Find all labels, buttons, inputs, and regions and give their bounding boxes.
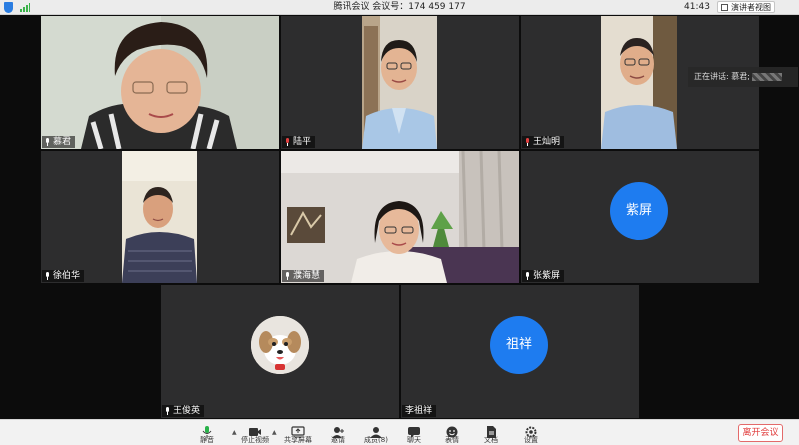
chat-icon	[407, 423, 421, 438]
mic-muted-icon	[525, 138, 530, 146]
grid-view-icon	[721, 4, 728, 11]
document-button[interactable]: 文档	[476, 423, 506, 444]
participant-video	[281, 151, 519, 283]
participant-video	[41, 16, 279, 149]
members-button[interactable]: 成员(8)	[361, 423, 391, 444]
participant-name-label: 慕君	[42, 136, 76, 148]
avatar: 紫屏	[610, 182, 668, 240]
share-screen-button[interactable]: 共享屏幕	[283, 423, 313, 444]
participant-name-label: 李祖祥	[402, 405, 437, 417]
mic-on-icon	[165, 407, 170, 415]
mic-on-icon	[285, 272, 290, 280]
speaking-label: 正在讲话: 慕君;	[694, 72, 750, 81]
document-icon	[484, 423, 498, 438]
mic-options-chevron-icon[interactable]: ▲	[232, 429, 237, 436]
video-options-chevron-icon[interactable]: ▲	[272, 429, 277, 436]
participant-video	[122, 151, 197, 283]
stop-video-button[interactable]: 停止视频	[240, 423, 270, 444]
mic-muted-icon	[285, 138, 290, 146]
participant-name-label: 王灿明	[522, 136, 565, 148]
speaker-view-label: 演讲者视图	[731, 3, 771, 12]
participant-name-label: 王俊英	[162, 405, 205, 417]
video-tile-lizuxiang[interactable]: 祖祥 李祖祥	[401, 285, 639, 418]
meeting-toolbar: 静音 ▲ 停止视频 ▲ 共享屏幕 邀请 成员(8) 聊天 表情 文档 设置 离开…	[0, 419, 799, 445]
video-tile-puhaihui[interactable]: 濮海慧	[281, 151, 519, 283]
chat-button[interactable]: 聊天	[399, 423, 429, 444]
mic-on-icon	[45, 272, 50, 280]
meeting-timer: 41:43	[684, 2, 710, 12]
invite-button[interactable]: 邀请	[323, 423, 353, 444]
participant-name-label: 徐伯华	[42, 270, 85, 282]
participant-video	[362, 16, 437, 149]
video-camera-icon	[248, 423, 262, 436]
emoji-icon	[445, 423, 459, 438]
mic-on-icon	[525, 272, 530, 280]
participant-name-label: 濮海慧	[282, 270, 325, 282]
mic-on-icon	[45, 138, 50, 146]
video-tile-luping[interactable]: 陆平	[281, 16, 519, 149]
video-tile-zhangziping[interactable]: 紫屏 张紫屏	[521, 151, 759, 283]
video-tile-wangjunying[interactable]: 王俊英	[161, 285, 399, 418]
share-screen-icon	[291, 423, 305, 438]
video-tile-mujun[interactable]: 慕君	[41, 16, 279, 149]
participant-name-label: 陆平	[282, 136, 316, 148]
settings-icon	[524, 423, 538, 438]
meeting-window: 腾讯会议 会议号：174 459 177 41:43 演讲者视图 慕君 陆平 王…	[0, 0, 799, 445]
dog-photo	[251, 316, 309, 374]
mic-icon	[200, 423, 214, 438]
members-icon	[369, 423, 383, 438]
settings-button[interactable]: 设置	[516, 423, 546, 444]
speaking-indicator: 正在讲话: 慕君;	[688, 67, 798, 87]
invite-icon	[331, 423, 345, 438]
avatar	[251, 316, 309, 374]
mute-button[interactable]: 静音	[192, 423, 222, 444]
avatar: 祖祥	[490, 316, 548, 374]
meeting-title: 腾讯会议 会议号：174 459 177	[333, 2, 466, 12]
leave-meeting-button[interactable]: 离开会议	[738, 424, 783, 442]
speaker-view-button[interactable]: 演讲者视图	[717, 1, 775, 13]
emoji-button[interactable]: 表情	[437, 423, 467, 444]
participant-video	[601, 16, 677, 149]
participant-name-label: 张紫屏	[522, 270, 565, 282]
speaking-avatar-blur	[751, 72, 782, 81]
video-tile-xubohua[interactable]: 徐伯华	[41, 151, 279, 283]
title-bar: 腾讯会议 会议号：174 459 177 41:43 演讲者视图	[0, 0, 799, 15]
